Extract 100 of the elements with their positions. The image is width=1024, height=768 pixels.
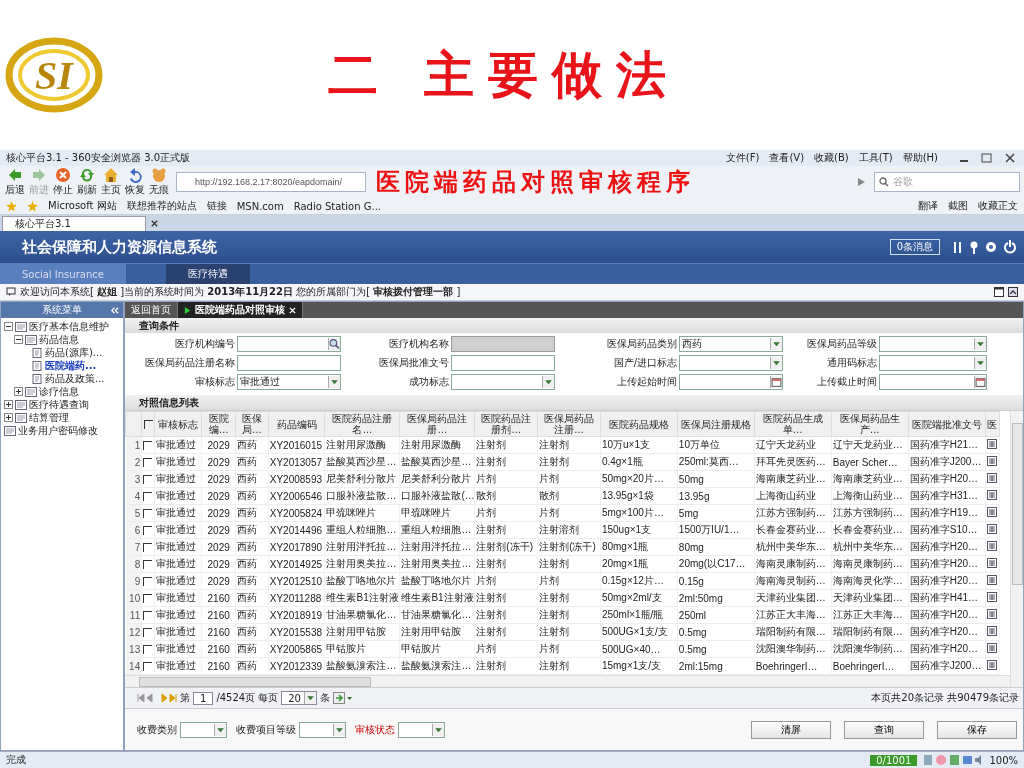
- tree-item[interactable]: 医院端药...: [45, 358, 97, 373]
- column-header[interactable]: 审核标志: [154, 411, 202, 437]
- expander-icon[interactable]: [14, 335, 23, 344]
- column-header[interactable]: 医院药品注册剂…: [474, 411, 538, 437]
- select-all-checkbox[interactable]: [143, 420, 153, 430]
- dropdown-icon[interactable]: [432, 723, 444, 736]
- row-checkbox[interactable]: [143, 577, 153, 587]
- row-checkbox[interactable]: [143, 509, 153, 519]
- page-tab[interactable]: 医院端药品对照审核: [178, 302, 303, 318]
- column-header[interactable]: 医院端批准文号: [908, 411, 986, 437]
- toolbar-button[interactable]: 收藏正文: [978, 199, 1018, 213]
- menu-item[interactable]: 文件(F): [725, 151, 760, 165]
- detail-icon[interactable]: [986, 660, 997, 670]
- close-icon[interactable]: [150, 219, 159, 228]
- action-button[interactable]: 保存: [937, 720, 1017, 739]
- dropdown-icon[interactable]: [770, 357, 782, 369]
- address-field[interactable]: http://192.168.2.17:8020/eapdomain/: [176, 172, 366, 192]
- dropdown-icon[interactable]: [303, 692, 316, 704]
- favorite-link[interactable]: Microsoft 网站: [48, 199, 117, 213]
- messages-button[interactable]: 0条消息: [889, 239, 940, 255]
- vertical-scrollbar[interactable]: [1010, 411, 1023, 687]
- detail-icon[interactable]: [986, 643, 997, 653]
- star-icon[interactable]: [6, 200, 17, 212]
- input-field[interactable]: [679, 374, 783, 390]
- dropdown-icon[interactable]: [974, 357, 986, 369]
- dropdown-icon[interactable]: [770, 338, 782, 350]
- expander-icon[interactable]: [14, 387, 23, 396]
- expander-icon[interactable]: [4, 322, 13, 331]
- row-checkbox[interactable]: [143, 662, 153, 672]
- detail-icon[interactable]: [986, 609, 997, 619]
- row-checkbox[interactable]: [143, 560, 153, 570]
- select-field[interactable]: [299, 721, 346, 738]
- tree-item[interactable]: 业务用户密码修改: [18, 423, 98, 438]
- detail-icon[interactable]: [986, 592, 997, 602]
- detail-icon[interactable]: [986, 507, 997, 517]
- toolbar-button[interactable]: 翻译: [918, 199, 938, 213]
- row-checkbox[interactable]: [143, 628, 153, 638]
- row-checkbox[interactable]: [143, 543, 153, 553]
- toolbar-button[interactable]: 截图: [948, 199, 968, 213]
- nav-button[interactable]: 后退: [4, 167, 26, 197]
- favorite-link[interactable]: MSN.com: [236, 200, 284, 212]
- row-checkbox[interactable]: [143, 441, 153, 451]
- nav-button[interactable]: 恢复: [124, 167, 146, 197]
- dropdown-icon[interactable]: [328, 376, 340, 388]
- menu-item[interactable]: 帮助(H): [902, 151, 938, 165]
- row-checkbox[interactable]: [143, 645, 153, 655]
- window-icon[interactable]: [994, 287, 1004, 297]
- column-header[interactable]: 医保局…: [235, 411, 269, 437]
- row-checkbox[interactable]: [143, 594, 153, 604]
- menu-item[interactable]: 查看(V): [769, 151, 805, 165]
- page-size-select[interactable]: 20: [281, 691, 317, 705]
- input-field[interactable]: [451, 374, 555, 390]
- detail-icon[interactable]: [986, 626, 997, 636]
- detail-icon[interactable]: [986, 575, 997, 585]
- detail-icon[interactable]: [986, 558, 997, 568]
- nav-button[interactable]: 停止: [52, 167, 74, 197]
- row-checkbox[interactable]: [143, 526, 153, 536]
- column-header[interactable]: 医保局注册规格: [677, 411, 755, 437]
- column-header[interactable]: 医保局药品注册…: [537, 411, 601, 437]
- input-field[interactable]: [451, 355, 555, 371]
- browser-tab[interactable]: 核心平台3.1: [2, 216, 146, 231]
- column-header[interactable]: 医保局药品生产…: [831, 411, 909, 437]
- header-tools-icon[interactable]: [952, 240, 1016, 254]
- search-icon[interactable]: [328, 338, 340, 350]
- detail-icon[interactable]: [986, 473, 997, 483]
- select-field[interactable]: [398, 721, 445, 738]
- row-checkbox[interactable]: [143, 492, 153, 502]
- zoom-level[interactable]: 100%: [989, 754, 1018, 766]
- tree-item[interactable]: 诊疗信息: [39, 384, 79, 399]
- nav-button[interactable]: 刷新: [76, 167, 98, 197]
- window-controls-icon[interactable]: [958, 153, 1018, 163]
- favorite-link[interactable]: 联想推荐的站点: [126, 199, 197, 213]
- tree-item[interactable]: 药品信息: [39, 332, 79, 347]
- favorite-link[interactable]: Radio Station G...: [293, 200, 381, 212]
- go-icon[interactable]: [856, 177, 866, 187]
- column-header[interactable]: 医保局药品注册…: [399, 411, 475, 437]
- tree-item[interactable]: 医疗基本信息维护: [29, 319, 109, 334]
- input-field[interactable]: [679, 355, 783, 371]
- counter-badge[interactable]: 0/1001: [870, 754, 918, 766]
- menu-item[interactable]: 工具(T): [858, 151, 893, 165]
- detail-icon[interactable]: [986, 541, 997, 551]
- favorite-link[interactable]: 链接: [206, 199, 227, 213]
- nav-tab[interactable]: 医疗待遇: [165, 264, 250, 284]
- tree-item[interactable]: 药品(源库)...: [45, 345, 103, 360]
- column-header[interactable]: 医院药品规格: [600, 411, 678, 437]
- detail-icon[interactable]: [986, 456, 997, 466]
- detail-icon[interactable]: [986, 490, 997, 500]
- page-field[interactable]: 1: [193, 691, 214, 705]
- input-field[interactable]: [237, 355, 341, 371]
- row-checkbox[interactable]: [143, 458, 153, 468]
- column-header[interactable]: 医院药品注册名…: [324, 411, 400, 437]
- row-checkbox[interactable]: [143, 611, 153, 621]
- calendar-icon[interactable]: [770, 376, 782, 388]
- horizontal-scrollbar[interactable]: [125, 675, 1010, 687]
- expander-icon[interactable]: [4, 400, 13, 409]
- action-button[interactable]: 清屏: [751, 720, 831, 739]
- pager-arrows-icon[interactable]: [137, 693, 177, 703]
- dropdown-icon[interactable]: [333, 723, 345, 736]
- input-field[interactable]: [879, 355, 987, 371]
- dropdown-icon[interactable]: [214, 723, 226, 736]
